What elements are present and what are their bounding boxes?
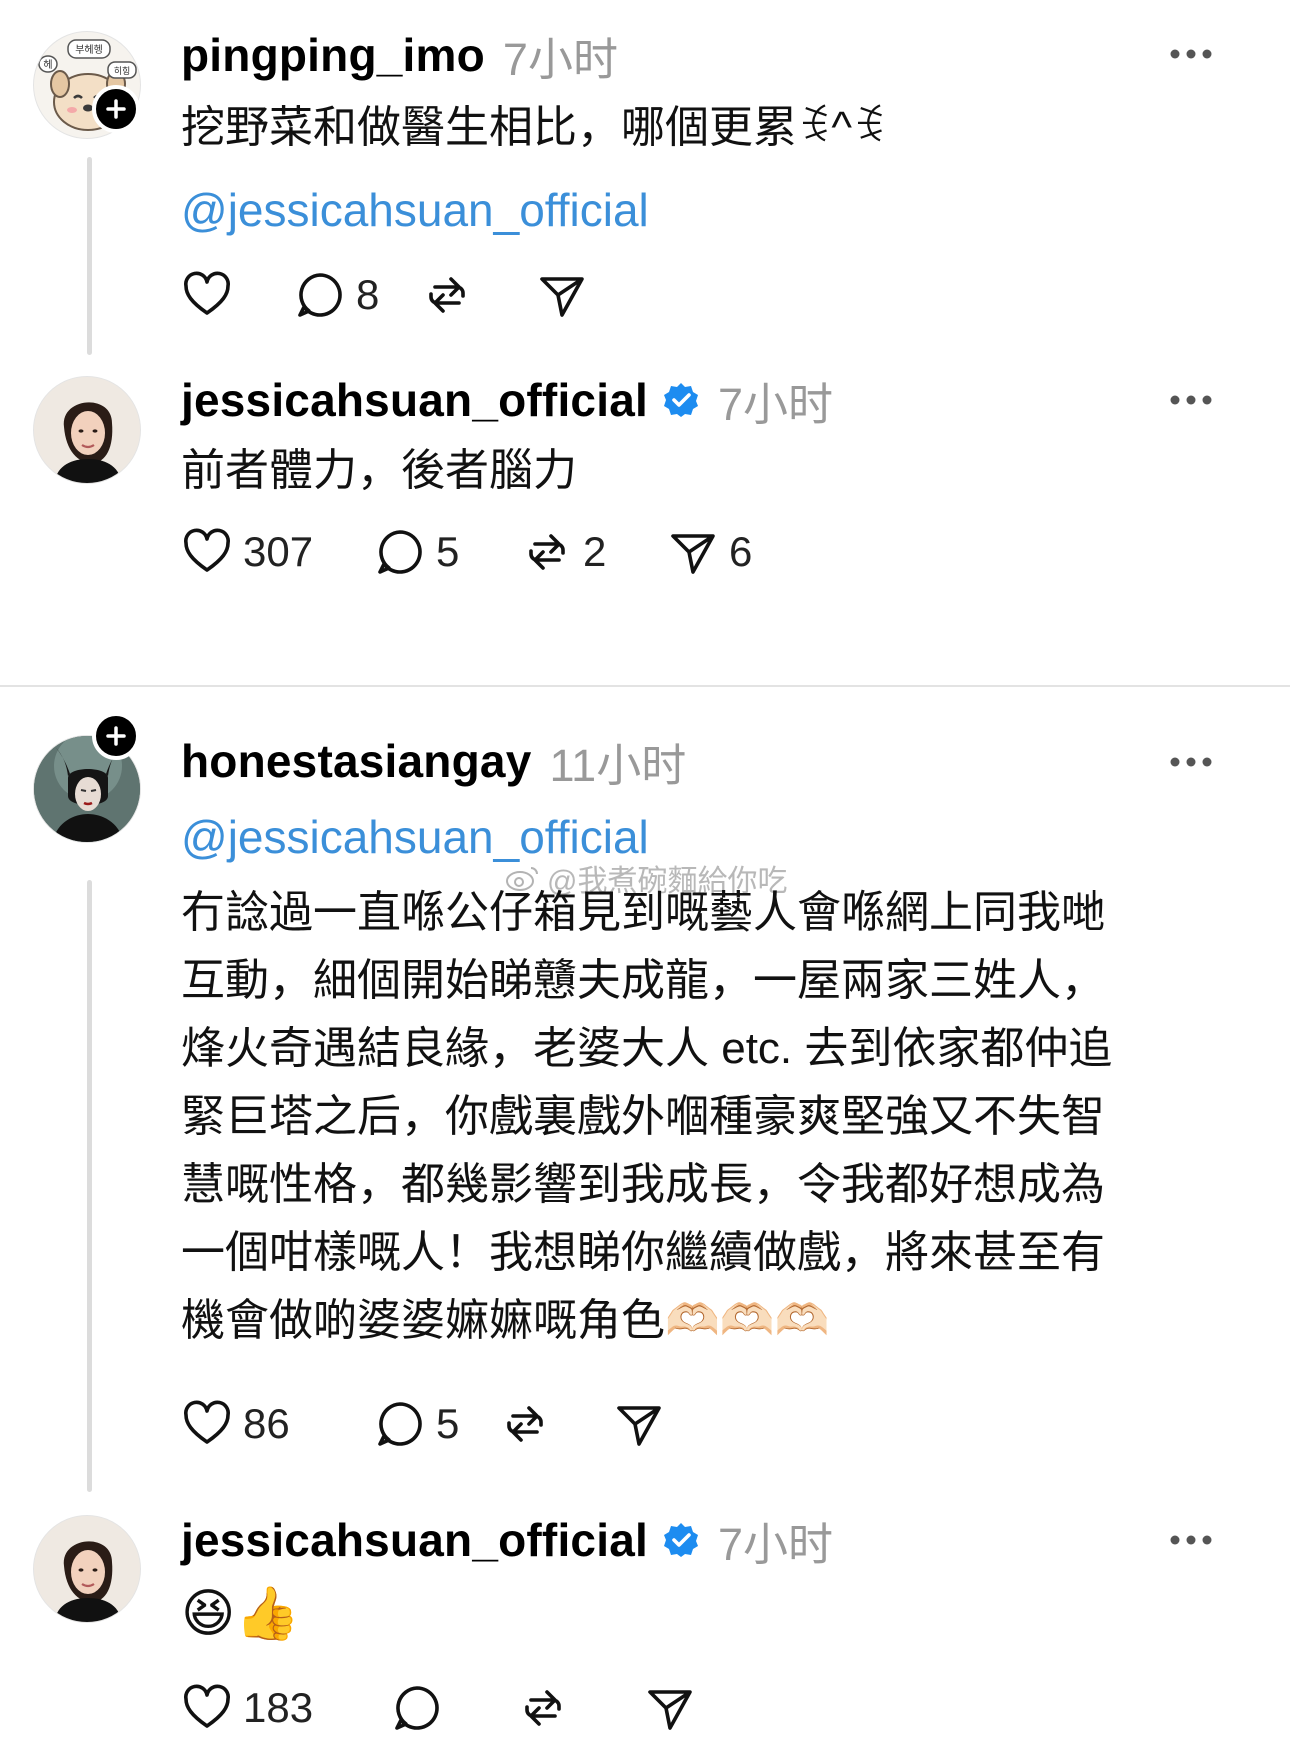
heart-icon — [184, 271, 230, 315]
post-time: 7小时 — [717, 378, 833, 430]
comment-bubble-icon — [395, 1686, 439, 1730]
repost-count: 2 — [583, 528, 607, 575]
post-time: 7小时 — [502, 33, 618, 85]
mention-link[interactable]: @jessicahsuan_official — [181, 183, 649, 237]
username[interactable]: jessicahsuan_official — [181, 373, 648, 427]
repost-icon — [525, 1690, 561, 1726]
woman-portrait-avatar-icon — [34, 377, 140, 483]
thread-line — [87, 880, 92, 1492]
username[interactable]: jessicahsuan_official — [181, 1513, 648, 1567]
reply-button[interactable]: 5 — [374, 1394, 459, 1454]
text-line: 機會做啲婆婆嫲嫲嘅角色🫶🏻🫶🏻🫶🏻 — [181, 1296, 830, 1345]
repost-icon — [429, 277, 465, 313]
reply-button[interactable]: 5 — [374, 522, 459, 582]
send-icon — [648, 1690, 692, 1730]
post-text: 冇諗過一直喺公仔箱見到嘅藝人會喺網上同我哋 互動，細個開始睇戇夫成龍，一屋兩家三… — [181, 879, 1112, 1355]
avatar-bubble-3: 히힝 — [114, 66, 131, 77]
send-icon — [540, 277, 584, 317]
share-button[interactable] — [536, 265, 598, 325]
text-line: 緊巨塔之后，你戲裏戲外嗰種豪爽堅強又不失智 — [181, 1092, 1105, 1141]
text-line: 一個咁樣嘅人！我想睇你繼續做戲，將來甚至有 — [181, 1228, 1105, 1277]
text-line: 😆👍 — [181, 1585, 300, 1643]
verified-badge-icon — [663, 383, 698, 417]
thread-divider — [0, 685, 1290, 687]
like-count: 183 — [243, 1684, 314, 1731]
heart-icon — [184, 1400, 230, 1444]
repost-button[interactable] — [499, 1394, 561, 1454]
post-header: jessicahsuan_official 7小时 — [181, 1510, 833, 1570]
verified-badge-icon — [663, 1523, 698, 1557]
post-header: pingping_imo 7小时 — [181, 25, 618, 85]
comment-bubble-icon — [378, 1402, 422, 1446]
reply-button[interactable]: 8 — [294, 265, 379, 325]
more-options-icon[interactable] — [1170, 49, 1212, 59]
username[interactable]: honestasiangay — [181, 734, 531, 788]
share-button[interactable] — [644, 1678, 706, 1738]
repost-button[interactable]: 2 — [521, 522, 606, 582]
text-line: 冇諗過一直喺公仔箱見到嘅藝人會喺網上同我哋 — [181, 888, 1105, 937]
more-options-icon[interactable] — [1170, 1535, 1212, 1545]
text-line: 烽火奇遇結良緣，老婆大人 etc. 去到依家都仲追 — [181, 1024, 1113, 1073]
more-options-icon[interactable] — [1170, 757, 1212, 767]
post-time: 7小时 — [717, 1518, 833, 1570]
repost-icon — [529, 534, 565, 570]
like-button[interactable] — [181, 265, 243, 325]
reply-count: 5 — [436, 1400, 460, 1447]
post-text: 😆👍 — [181, 1580, 300, 1648]
text-line: 挖野菜和做醫生相比，哪個更累ꉂ^ꉂ — [181, 103, 887, 152]
post-time: 11小时 — [549, 739, 687, 791]
comment-bubble-icon — [298, 273, 342, 317]
like-button[interactable]: 307 — [181, 522, 313, 582]
share-button[interactable] — [613, 1394, 675, 1454]
avatar-bubble-1: 부헤헹 — [75, 44, 103, 56]
username[interactable]: pingping_imo — [181, 28, 485, 82]
comment-bubble-icon — [378, 530, 422, 574]
text-line: 前者體力，後者腦力 — [181, 446, 577, 495]
like-button[interactable]: 183 — [181, 1678, 313, 1738]
share-count: 6 — [729, 528, 753, 575]
send-icon — [671, 534, 715, 574]
follow-button[interactable] — [92, 712, 140, 760]
reply-count: 8 — [356, 271, 380, 318]
like-button[interactable]: 86 — [181, 1394, 290, 1454]
text-line: 慧嘅性格，都幾影響到我成長，令我都好想成為 — [181, 1160, 1105, 1209]
woman-portrait-avatar-icon — [34, 1516, 140, 1622]
reply-count: 5 — [436, 528, 460, 575]
more-options-icon[interactable] — [1170, 395, 1212, 405]
repost-button[interactable] — [517, 1678, 579, 1738]
like-count: 307 — [243, 528, 314, 575]
avatar-jessicahsuan[interactable] — [33, 376, 141, 484]
follow-button[interactable] — [92, 85, 140, 133]
plus-icon — [106, 726, 126, 746]
repost-icon — [507, 1406, 543, 1442]
avatar-jessicahsuan[interactable] — [33, 1515, 141, 1623]
heart-icon — [184, 528, 230, 572]
share-button[interactable]: 6 — [667, 522, 752, 582]
post-header: jessicahsuan_official 7小时 — [181, 370, 833, 430]
post-header: honestasiangay 11小时 — [181, 731, 686, 791]
post-text: 挖野菜和做醫生相比，哪個更累ꉂ^ꉂ — [181, 94, 886, 162]
send-icon — [617, 1406, 661, 1446]
repost-button[interactable] — [421, 265, 483, 325]
thread-line — [87, 157, 92, 355]
avatar-bubble-2: 헤 — [43, 59, 52, 71]
plus-icon — [106, 99, 126, 119]
heart-icon — [184, 1684, 230, 1728]
post-text: 前者體力，後者腦力 — [181, 437, 577, 505]
reply-button[interactable] — [391, 1678, 453, 1738]
like-count: 86 — [243, 1400, 290, 1447]
text-line: 互動，細個開始睇戇夫成龍，一屋兩家三姓人， — [181, 956, 1105, 1005]
